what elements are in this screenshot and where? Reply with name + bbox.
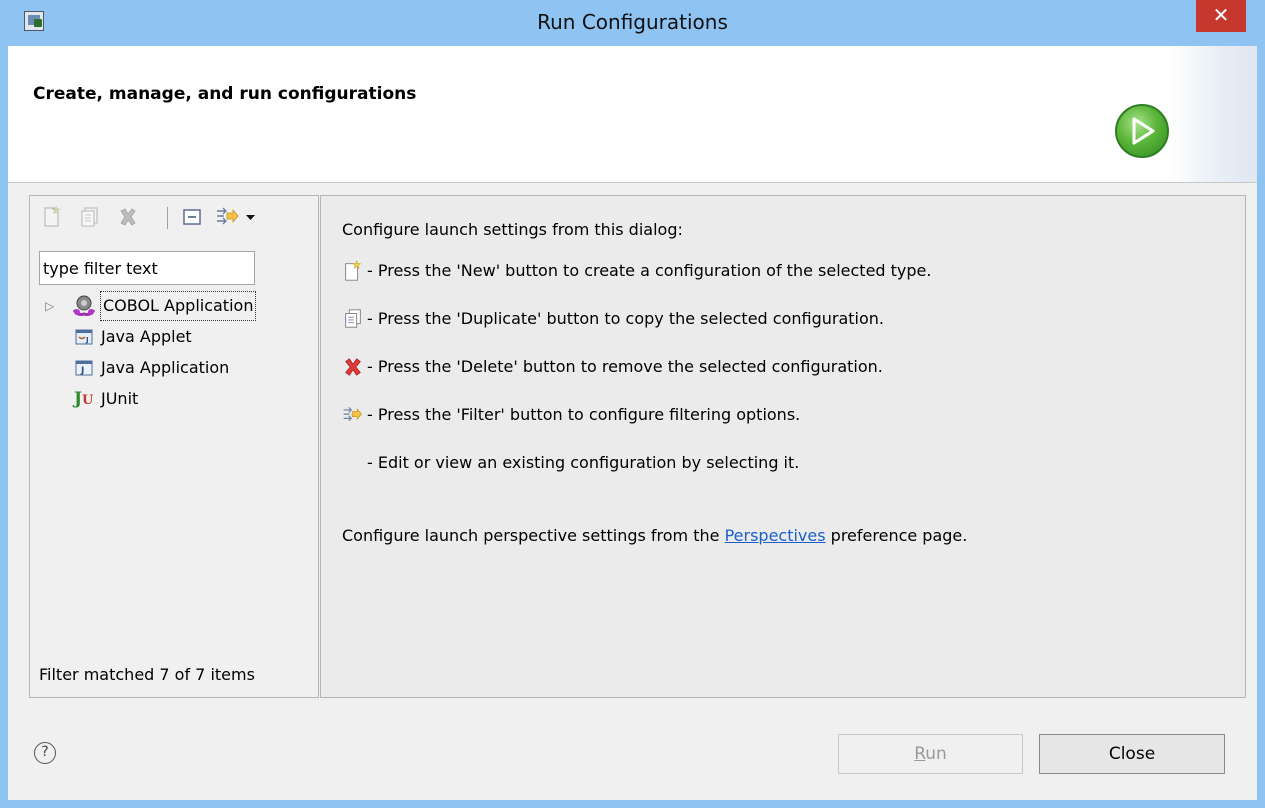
- tree-item-label: Java Applet: [101, 327, 192, 346]
- help-line-text: - Press the 'Duplicate' button to copy t…: [367, 309, 884, 328]
- filter-icon: [343, 406, 362, 422]
- filter-icon: [217, 207, 239, 225]
- run-configurations-window: Run Configurations ✕ Create, manage, and…: [0, 0, 1265, 808]
- help-icon[interactable]: ?: [34, 742, 56, 764]
- window-title: Run Configurations: [537, 10, 728, 34]
- configuration-info-panel: Configure launch settings from this dial…: [320, 195, 1246, 698]
- delete-configuration-button[interactable]: [116, 205, 140, 229]
- intro-text: Configure launch settings from this dial…: [342, 220, 683, 239]
- help-line-text: - Press the 'Delete' button to remove th…: [367, 357, 883, 376]
- duplicate-button[interactable]: [78, 205, 102, 229]
- toolbar-separator: [167, 207, 168, 229]
- dialog-banner: Create, manage, and run configurations: [8, 46, 1257, 183]
- run-play-icon: [1115, 104, 1169, 158]
- tree-item-java-application[interactable]: J Java Application: [30, 354, 318, 382]
- delete-icon: [345, 358, 361, 376]
- java-applet-icon: J: [75, 329, 93, 345]
- java-application-icon: J: [75, 360, 93, 376]
- title-bar[interactable]: Run Configurations ✕: [0, 0, 1265, 46]
- help-line-text: - Press the 'New' button to create a con…: [367, 261, 932, 280]
- filter-button[interactable]: [214, 205, 239, 229]
- dialog-client-area: Create, manage, and run configurations t…: [8, 46, 1257, 800]
- banner-title: Create, manage, and run configurations: [33, 84, 417, 104]
- delete-icon: [120, 208, 136, 226]
- tree-item-cobol-application[interactable]: ▷ COBOL Application: [30, 291, 318, 321]
- close-window-button[interactable]: ✕: [1196, 0, 1246, 32]
- help-line-text: - Press the 'Filter' button to configure…: [367, 405, 801, 424]
- run-button-label: un: [925, 744, 947, 764]
- svg-text:J: J: [80, 366, 84, 376]
- new-config-icon: [345, 260, 362, 281]
- collapse-all-button[interactable]: [180, 205, 204, 229]
- run-button-mnemonic: R: [914, 744, 926, 764]
- perspectives-note: Configure launch perspective settings fr…: [342, 526, 967, 545]
- tree-item-junit[interactable]: JU JUnit: [30, 385, 318, 413]
- chevron-down-icon: [246, 215, 255, 220]
- launch-configuration-tree-panel: ▷ COBOL Application J: [29, 195, 319, 698]
- perspectives-link[interactable]: Perspectives: [725, 526, 826, 545]
- filter-menu-dropdown[interactable]: [244, 205, 258, 229]
- duplicate-icon: [345, 309, 361, 328]
- filter-text-input[interactable]: [39, 251, 255, 285]
- close-button[interactable]: Close: [1039, 734, 1225, 774]
- new-launch-configuration-button[interactable]: [40, 205, 64, 229]
- tree-item-java-applet[interactable]: J Java Applet: [30, 323, 318, 351]
- duplicate-icon: [81, 207, 98, 227]
- perspectives-suffix: preference page.: [825, 526, 968, 545]
- tree-item-label: JUnit: [101, 389, 139, 408]
- help-line-text: - Edit or view an existing configuration…: [367, 453, 800, 472]
- expand-arrow-icon[interactable]: ▷: [45, 292, 54, 320]
- filter-status-text: Filter matched 7 of 7 items: [39, 665, 255, 684]
- svg-text:J: J: [85, 336, 89, 344]
- run-button[interactable]: Run: [838, 734, 1023, 774]
- perspectives-prefix: Configure launch perspective settings fr…: [342, 526, 725, 545]
- new-config-icon: [44, 205, 61, 227]
- junit-icon: JU: [74, 389, 94, 409]
- cobol-icon: [72, 295, 96, 316]
- tree-item-label: Java Application: [101, 358, 230, 377]
- tree-item-label: COBOL Application: [99, 291, 257, 321]
- collapse-all-icon: [183, 209, 201, 225]
- banner-decoration: [1167, 46, 1257, 182]
